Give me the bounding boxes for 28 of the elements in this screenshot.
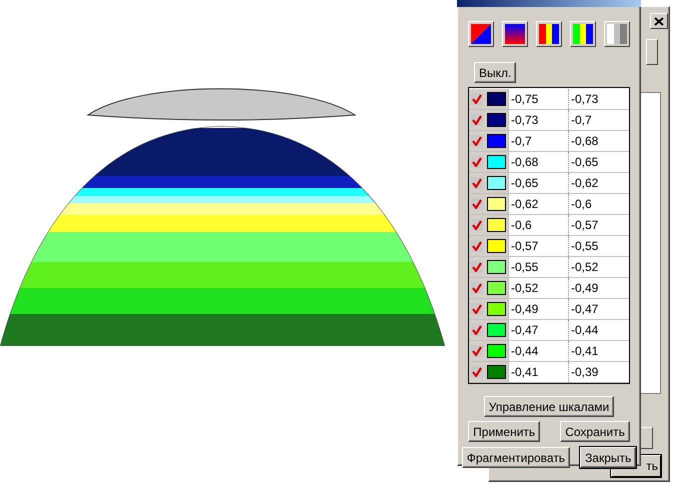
table-cell: -0,49 [568, 278, 629, 298]
table-cell: -0,44 [568, 320, 629, 340]
table-cell: -0,55 [508, 257, 568, 277]
table-cell: -0,68 [508, 152, 568, 172]
table-cell: -0,62 [508, 194, 568, 214]
table-cell: -0,49 [508, 299, 568, 319]
table-cell: -0,47 [508, 320, 568, 340]
table-cell: -0,6 [508, 215, 568, 235]
table-cell: -0,41 [568, 341, 629, 361]
table-cell: -0,73 [568, 89, 629, 109]
table-cell: -0,75 [508, 89, 568, 109]
table-cell: -0,73 [508, 110, 568, 130]
table-cell: -0,65 [568, 152, 629, 172]
table-cell: -0,68 [568, 131, 629, 151]
table-cell: -0,6 [568, 194, 629, 214]
table-cell: -0,44 [508, 341, 568, 361]
table-cell: -0,57 [508, 236, 568, 256]
table-cell: -0,41 [508, 362, 568, 382]
table-cell: -0,7 [508, 131, 568, 151]
table-cell: -0,62 [568, 173, 629, 193]
table-cell: -0,65 [508, 173, 568, 193]
table-cell: -0,39 [568, 362, 629, 382]
table-cell: -0,55 [568, 236, 629, 256]
table-cell: -0,52 [508, 278, 568, 298]
table-cell: -0,57 [568, 215, 629, 235]
table-cell: -0,7 [568, 110, 629, 130]
table-cell: -0,47 [568, 299, 629, 319]
table-cell: -0,52 [568, 257, 629, 277]
